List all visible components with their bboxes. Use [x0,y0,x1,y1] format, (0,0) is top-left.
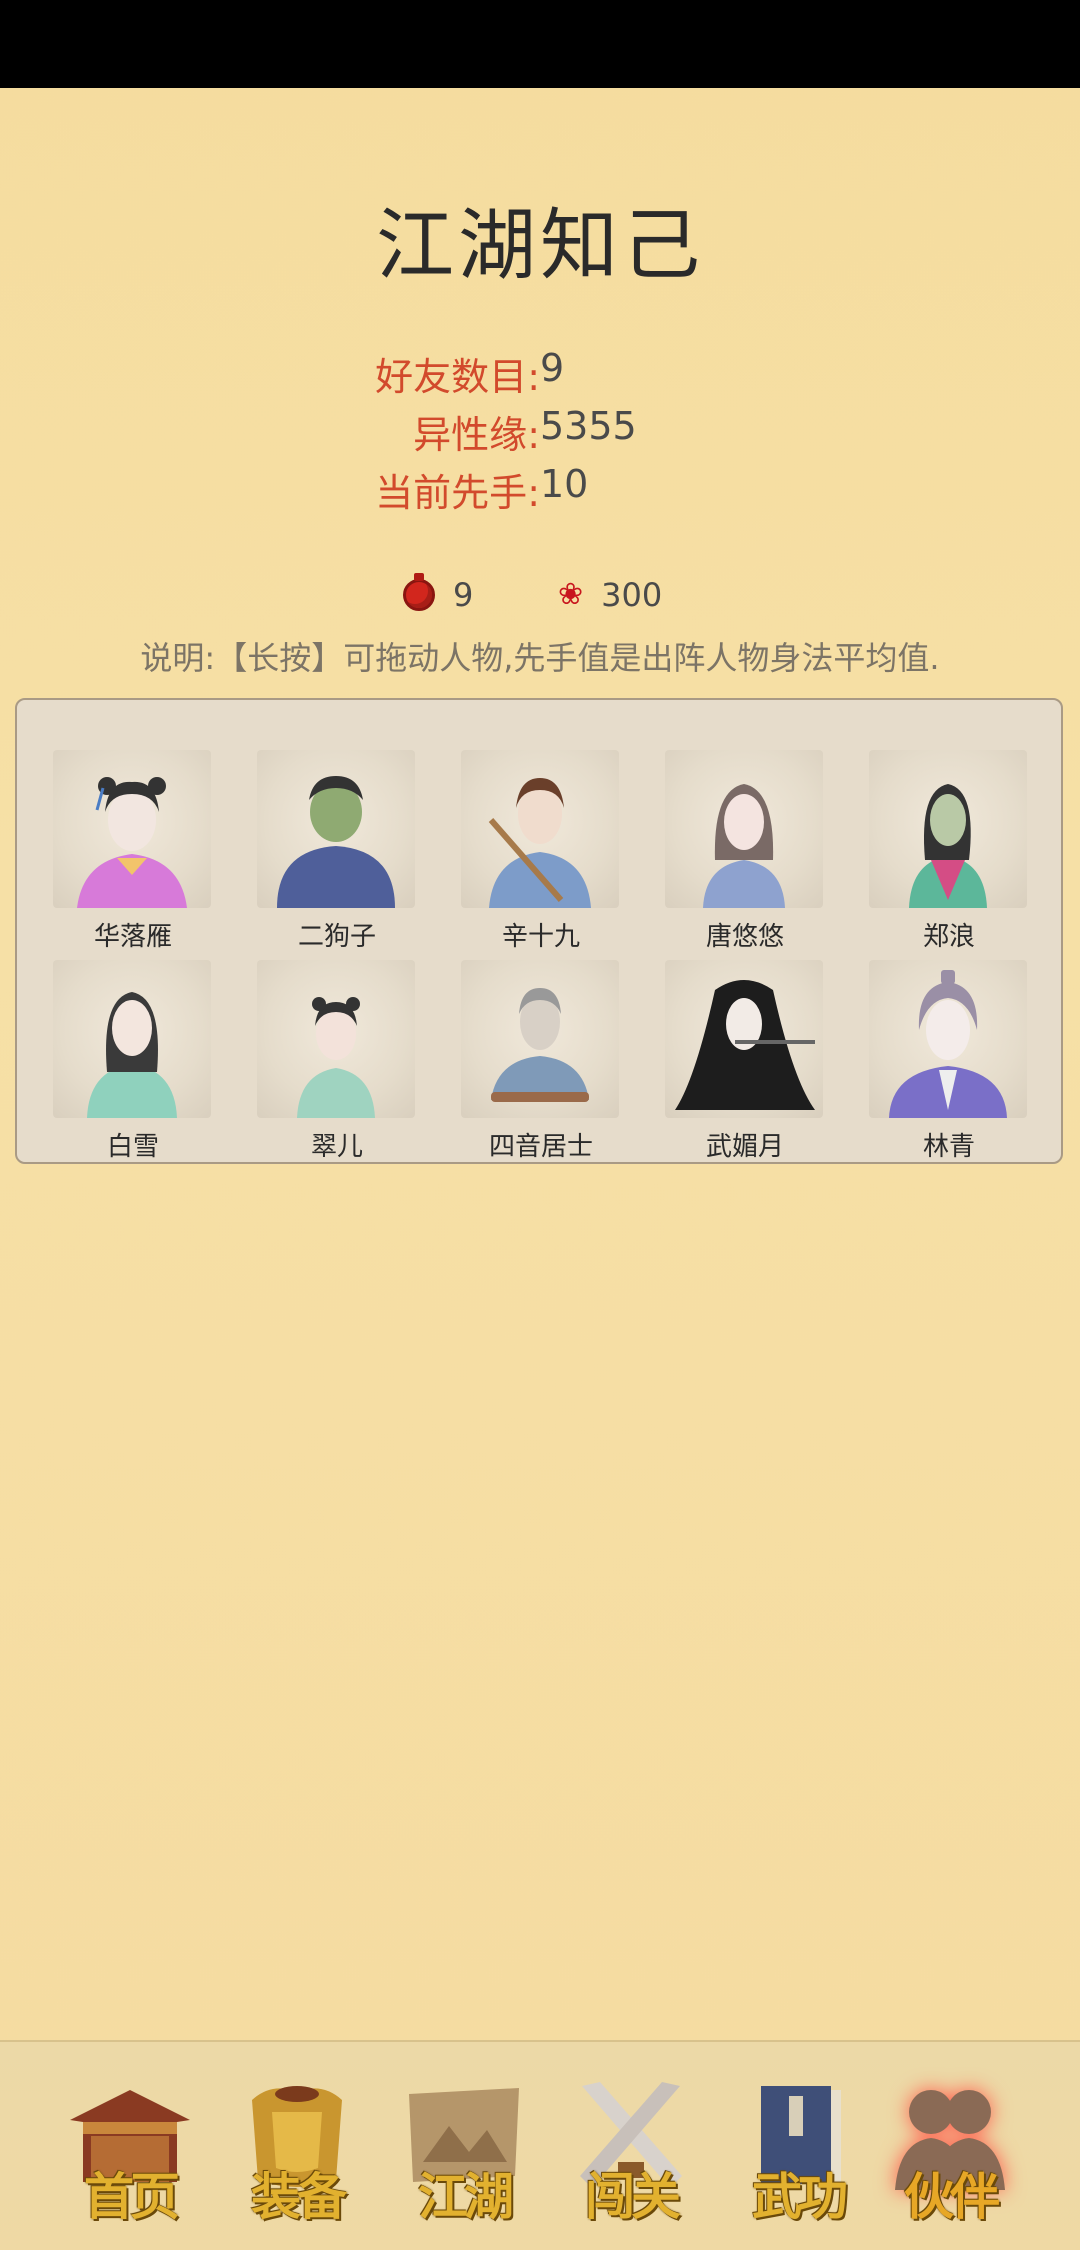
nav-jianghu[interactable]: 江湖 [389,2062,539,2232]
character-portrait [461,960,619,1118]
rose-counter: ❀ 300 [558,576,662,614]
character-portrait [869,750,1027,908]
character-card[interactable]: 唐悠悠 [665,750,825,952]
character-name: 林青 [922,1132,975,1162]
stat-label: 异性缘: [413,413,540,457]
nav-label: 江湖 [418,2167,514,2226]
stat-value: 9 [540,346,565,390]
potion-count: 9 [453,576,474,614]
nav-companions[interactable]: 伙伴 [875,2062,1025,2232]
rose-icon: ❀ [558,577,584,612]
character-card[interactable]: 四音居士 [461,960,621,1162]
nav-label: 首页 [84,2167,180,2226]
character-name: 武媚月 [705,1132,784,1162]
nav-equipment[interactable]: 装备 [222,2062,372,2232]
character-name: 郑浪 [922,922,975,952]
stat-charm: 异性缘: 5355 [0,404,1080,457]
stat-label: 当前先手: [375,471,540,515]
character-portrait [257,960,415,1118]
currency-bar: 9 ❀ 300 [0,573,1080,626]
nav-label: 伙伴 [904,2167,1000,2226]
character-portrait [869,960,1027,1118]
red-potion-icon [403,573,435,611]
nav-martial-arts[interactable]: 武功 [723,2062,873,2232]
status-bar [0,0,1080,88]
stat-friend-count: 好友数目: 9 [0,346,1080,399]
character-card[interactable]: 林青 [869,960,1029,1162]
character-name: 唐悠悠 [705,922,784,952]
character-portrait [257,750,415,908]
nav-stages[interactable]: 闯关 [556,2062,706,2232]
character-name: 华落雁 [93,922,172,952]
nav-label: 武功 [752,2167,848,2226]
character-portrait [461,750,619,908]
nav-home[interactable]: 首页 [55,2062,205,2232]
bottom-nav: 首页 装备 江湖 闯关 武功 伙伴 [0,2040,1080,2250]
nav-label: 装备 [251,2167,347,2226]
character-name: 四音居士 [488,1132,593,1162]
character-card[interactable]: 辛十九 [461,750,621,952]
character-card[interactable]: 郑浪 [869,750,1029,952]
character-name: 辛十九 [501,922,580,952]
stat-value: 10 [540,462,589,506]
instruction-note: 说明:【长按】可拖动人物,先手值是出阵人物身法平均值. [140,639,940,677]
stat-label: 好友数目: [375,355,540,399]
character-name: 二狗子 [297,922,376,952]
character-card[interactable]: 二狗子 [257,750,417,952]
character-portrait [665,960,823,1118]
page-title: 江湖知己 [375,201,704,291]
stat-initiative: 当前先手: 10 [0,462,1080,515]
rose-count: 300 [601,576,663,614]
character-portrait [53,960,211,1118]
character-portrait [53,750,211,908]
character-card[interactable]: 翠儿 [257,960,417,1162]
nav-label: 闯关 [585,2167,681,2226]
potion-counter: 9 [403,573,474,614]
page-content: 江湖知己 好友数目: 9 异性缘: 5355 当前先手: 10 9 ❀ 300 … [0,88,1080,2040]
character-card[interactable]: 华落雁 [53,750,213,952]
character-portrait [665,750,823,908]
character-panel: 华落雁 二狗子 辛十九 唐悠悠 郑浪 白雪 翠儿 四音居士 武媚月 林青 [15,698,1063,1164]
character-card[interactable]: 武媚月 [665,960,825,1162]
character-card[interactable]: 白雪 [53,960,213,1162]
character-name: 白雪 [106,1132,159,1162]
character-name: 翠儿 [310,1132,363,1162]
stat-value: 5355 [540,404,637,448]
